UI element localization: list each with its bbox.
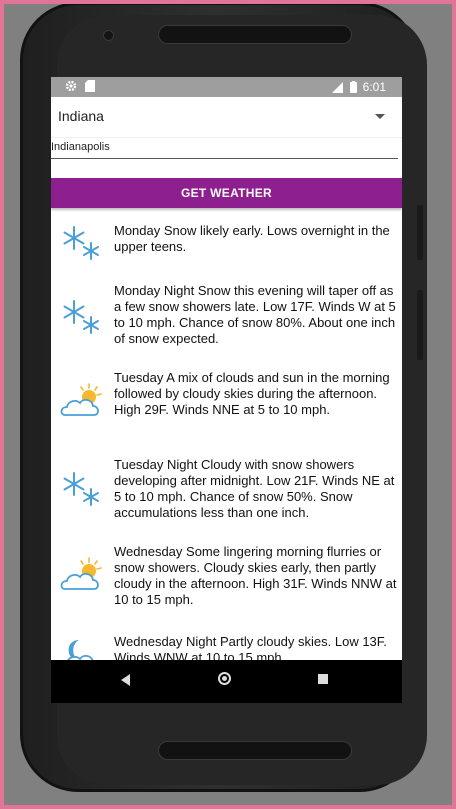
forecast-list[interactable]: Monday Snow likely early. Lows overnight…: [51, 213, 402, 660]
dropdown-arrow-icon: [375, 114, 385, 119]
partly-cloudy-icon: [59, 382, 107, 422]
forecast-text: Monday Night Snow this evening will tape…: [114, 283, 396, 346]
sd-card-icon: [85, 80, 95, 92]
state-spinner[interactable]: Indiana: [51, 97, 402, 138]
status-bar: 6:01: [51, 77, 402, 97]
battery-icon: [349, 81, 357, 93]
settings-icon: [65, 80, 77, 92]
signal-icon: [331, 82, 343, 93]
recent-apps-icon[interactable]: [318, 674, 328, 684]
navigation-bar: [51, 660, 402, 703]
partly-cloudy-icon: [59, 556, 107, 596]
volume-button: [417, 205, 423, 260]
get-weather-button[interactable]: GET WEATHER: [51, 178, 402, 208]
top-speaker: [158, 25, 352, 44]
forecast-text: Wednesday Some lingering morning flurrie…: [114, 544, 397, 607]
forecast-text: Tuesday A mix of clouds and sun in the m…: [114, 370, 390, 417]
forecast-text: Monday Snow likely early. Lows overnight…: [114, 223, 390, 254]
status-time: 6:01: [362, 80, 386, 94]
snow-icon: [59, 223, 107, 263]
snow-icon: [59, 469, 107, 509]
forecast-text: Tuesday Night Cloudy with snow showers d…: [114, 457, 395, 520]
home-icon[interactable]: [218, 672, 231, 685]
front-camera: [103, 30, 114, 41]
city-input[interactable]: Indianapolis: [51, 137, 398, 159]
state-spinner-value: Indiana: [58, 108, 104, 124]
bottom-speaker: [158, 741, 352, 760]
app-screen: 6:01 Indiana Indianapolis GET WEATHER Mo…: [51, 77, 402, 703]
back-icon[interactable]: [121, 674, 131, 686]
snow-icon: [59, 297, 107, 337]
forecast-text: Wednesday Night Partly cloudy skies. Low…: [114, 634, 387, 660]
power-button: [417, 290, 423, 360]
night-partly-cloudy-icon: [59, 638, 107, 660]
